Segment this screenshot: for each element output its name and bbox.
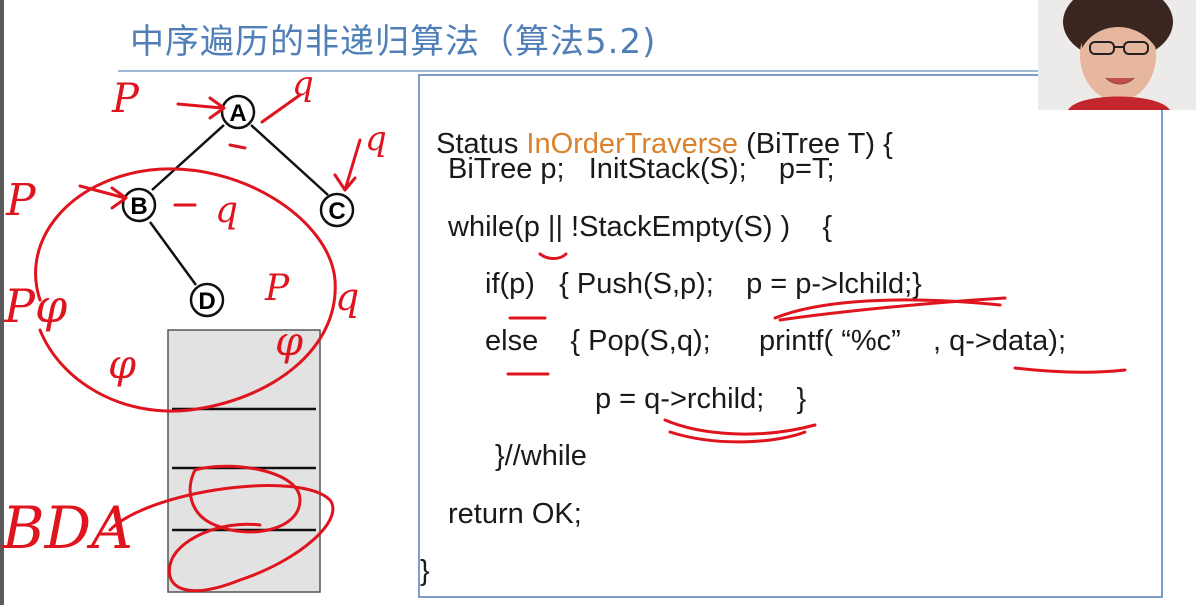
hw-q-b: q — [215, 190, 238, 231]
presenter-image — [1038, 0, 1196, 110]
hw-output-bda: BDA — [1, 494, 133, 562]
hw-q-top: q — [292, 64, 314, 104]
hw-pphi: Pφ — [3, 279, 68, 333]
hw-p-top: P — [111, 76, 140, 122]
node-label-a: A — [229, 100, 246, 127]
rchild-scribble — [663, 418, 817, 444]
node-label-c: C — [328, 198, 345, 225]
p-arrow-b — [78, 184, 128, 210]
presenter-webcam — [1038, 0, 1196, 110]
tree-node-b: B — [121, 187, 157, 223]
p-arrow-a — [176, 96, 226, 120]
qdata-underline — [1013, 366, 1127, 374]
a-tick — [228, 143, 247, 150]
tree-diagram: A B C D P q q P q P q Pφ φ φ BDA — [1, 64, 1127, 593]
hw-p-left: P — [5, 175, 37, 226]
q-arrow-c — [333, 138, 362, 192]
edge-a-c — [250, 124, 329, 196]
hw-p-d: P — [264, 268, 290, 309]
if-else-underline — [506, 316, 550, 376]
hw-phi-right: φ — [275, 319, 303, 365]
node-label-b: B — [130, 193, 147, 220]
tree-node-a: A — [220, 94, 256, 130]
tree-node-c: C — [319, 192, 355, 228]
hw-phi-left: φ — [108, 342, 136, 388]
hw-q-c: q — [365, 119, 387, 159]
edge-a-b — [151, 124, 225, 191]
tree-node-d: D — [189, 282, 225, 318]
lchild-scribble — [773, 296, 1007, 322]
node-label-d: D — [198, 288, 215, 315]
edge-b-d — [148, 221, 198, 286]
p-underline — [538, 252, 568, 260]
hw-q-d: q — [335, 275, 359, 319]
